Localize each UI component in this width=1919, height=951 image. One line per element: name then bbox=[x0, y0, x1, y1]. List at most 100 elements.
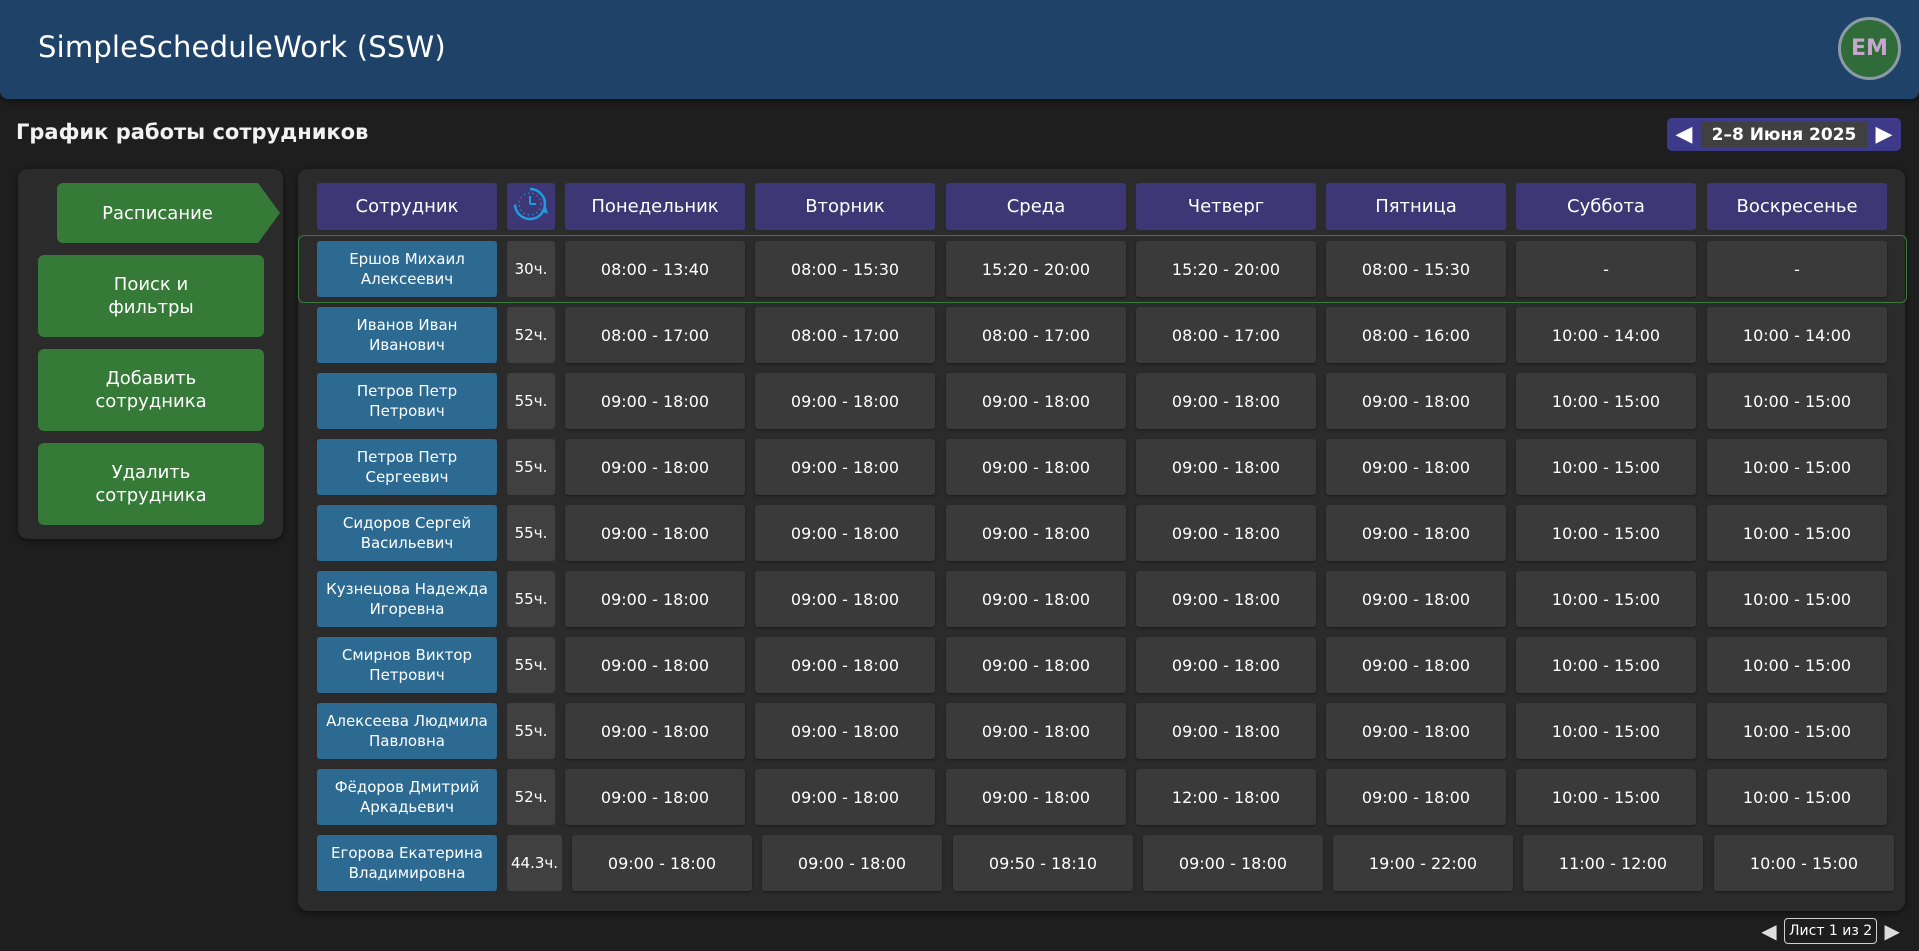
shift-time-cell[interactable]: 09:00 - 18:00 bbox=[755, 703, 935, 759]
employee-name-cell[interactable]: Иванов Иван Иванович bbox=[317, 307, 497, 363]
header-employee: Сотрудник bbox=[317, 183, 497, 230]
sidebar-item-delete-employee[interactable]: Удалить сотрудника bbox=[38, 443, 264, 525]
shift-time-cell[interactable]: 09:00 - 18:00 bbox=[565, 505, 745, 561]
employee-name-cell[interactable]: Сидоров Сергей Васильевич bbox=[317, 505, 497, 561]
shift-time-cell[interactable]: 09:00 - 18:00 bbox=[755, 637, 935, 693]
shift-time-cell[interactable]: 10:00 - 15:00 bbox=[1516, 637, 1696, 693]
employee-name-cell[interactable]: Ершов Михаил Алексеевич bbox=[317, 241, 497, 297]
employee-name-cell[interactable]: Алексеева Людмила Павловна bbox=[317, 703, 497, 759]
header-day: Воскресенье bbox=[1707, 183, 1887, 230]
shift-time-cell[interactable]: 09:00 - 18:00 bbox=[1326, 769, 1506, 825]
shift-time-cell[interactable]: 09:00 - 18:00 bbox=[755, 505, 935, 561]
employee-name-cell[interactable]: Егорова Екатерина Владимировна bbox=[317, 835, 497, 891]
shift-time-cell[interactable]: 10:00 - 15:00 bbox=[1707, 373, 1887, 429]
shift-time-cell[interactable]: 10:00 - 15:00 bbox=[1707, 769, 1887, 825]
shift-time-cell[interactable]: 10:00 - 15:00 bbox=[1516, 373, 1696, 429]
next-page-arrow-icon[interactable]: ▶ bbox=[1881, 919, 1903, 943]
shift-time-cell[interactable]: 08:00 - 13:40 bbox=[565, 241, 745, 297]
shift-time-cell[interactable]: 10:00 - 15:00 bbox=[1707, 703, 1887, 759]
shift-time-cell[interactable]: 09:00 - 18:00 bbox=[755, 769, 935, 825]
next-week-arrow-icon[interactable]: ▶ bbox=[1867, 118, 1901, 151]
shift-time-cell[interactable]: 10:00 - 15:00 bbox=[1707, 439, 1887, 495]
employee-name-cell[interactable]: Смирнов Виктор Петрович bbox=[317, 637, 497, 693]
shift-time-cell[interactable]: 09:00 - 18:00 bbox=[755, 571, 935, 627]
shift-time-cell[interactable]: 08:00 - 17:00 bbox=[946, 307, 1126, 363]
shift-time-cell[interactable]: 09:00 - 18:00 bbox=[946, 703, 1126, 759]
shift-time-cell[interactable]: 09:00 - 18:00 bbox=[565, 373, 745, 429]
shift-time-cell[interactable]: 09:00 - 18:00 bbox=[1326, 703, 1506, 759]
shift-time-cell[interactable]: 08:00 - 17:00 bbox=[1136, 307, 1316, 363]
prev-page-arrow-icon[interactable]: ◀ bbox=[1758, 919, 1780, 943]
employee-name-cell[interactable]: Петров Петр Петрович bbox=[317, 373, 497, 429]
shift-time-cell[interactable]: 10:00 - 15:00 bbox=[1714, 835, 1894, 891]
shift-time-cell[interactable]: 09:00 - 18:00 bbox=[1136, 637, 1316, 693]
shift-time-cell[interactable]: - bbox=[1516, 241, 1696, 297]
sidebar-item-add-employee[interactable]: Добавить сотрудника bbox=[38, 349, 264, 431]
shift-time-cell[interactable]: 15:20 - 20:00 bbox=[946, 241, 1126, 297]
employee-name-cell[interactable]: Петров Петр Сергеевич bbox=[317, 439, 497, 495]
shift-time-cell[interactable]: 08:00 - 15:30 bbox=[1326, 241, 1506, 297]
shift-time-cell[interactable]: 09:00 - 18:00 bbox=[565, 571, 745, 627]
shift-time-cell[interactable]: 09:00 - 18:00 bbox=[1136, 505, 1316, 561]
shift-time-cell[interactable]: 09:00 - 18:00 bbox=[946, 373, 1126, 429]
shift-time-cell[interactable]: 10:00 - 15:00 bbox=[1516, 703, 1696, 759]
shift-time-cell[interactable]: 09:00 - 18:00 bbox=[1136, 439, 1316, 495]
user-avatar[interactable]: ЕМ bbox=[1838, 17, 1901, 80]
shift-time-cell[interactable]: 10:00 - 14:00 bbox=[1707, 307, 1887, 363]
shift-time-cell[interactable]: 09:00 - 18:00 bbox=[1136, 703, 1316, 759]
total-hours-cell: 55ч. bbox=[507, 505, 555, 561]
shift-time-cell[interactable]: 09:00 - 18:00 bbox=[755, 373, 935, 429]
sidebar-item-schedule[interactable]: Расписание bbox=[57, 183, 280, 243]
shift-time-cell[interactable]: 08:00 - 17:00 bbox=[565, 307, 745, 363]
shift-time-cell[interactable]: 09:00 - 18:00 bbox=[946, 505, 1126, 561]
shift-time-cell[interactable]: 12:00 - 18:00 bbox=[1136, 769, 1316, 825]
shift-time-cell[interactable]: 19:00 - 22:00 bbox=[1333, 835, 1513, 891]
shift-time-cell[interactable]: 09:00 - 18:00 bbox=[565, 703, 745, 759]
shift-time-cell[interactable]: 09:50 - 18:10 bbox=[953, 835, 1133, 891]
employee-name-cell[interactable]: Кузнецова Надежда Игоревна bbox=[317, 571, 497, 627]
shift-time-cell[interactable]: 09:00 - 18:00 bbox=[946, 637, 1126, 693]
shift-time-cell[interactable]: 10:00 - 15:00 bbox=[1516, 439, 1696, 495]
shift-time-cell[interactable]: 10:00 - 15:00 bbox=[1516, 769, 1696, 825]
shift-time-cell[interactable]: 09:00 - 18:00 bbox=[565, 637, 745, 693]
header-hours bbox=[507, 183, 555, 230]
shift-time-cell[interactable]: - bbox=[1707, 241, 1887, 297]
page-title: График работы сотрудников bbox=[16, 120, 369, 144]
sidebar-item-search-filters[interactable]: Поиск и фильтры bbox=[38, 255, 264, 337]
shift-time-cell[interactable]: 09:00 - 18:00 bbox=[565, 769, 745, 825]
shift-time-cell[interactable]: 09:00 - 18:00 bbox=[1136, 571, 1316, 627]
shift-time-cell[interactable]: 08:00 - 17:00 bbox=[755, 307, 935, 363]
employee-name-cell[interactable]: Фёдоров Дмитрий Аркадьевич bbox=[317, 769, 497, 825]
shift-time-cell[interactable]: 15:20 - 20:00 bbox=[1136, 241, 1316, 297]
shift-time-cell[interactable]: 10:00 - 15:00 bbox=[1516, 505, 1696, 561]
total-hours-cell: 30ч. bbox=[507, 241, 555, 297]
shift-time-cell[interactable]: 09:00 - 18:00 bbox=[1326, 571, 1506, 627]
shift-time-cell[interactable]: 09:00 - 18:00 bbox=[1326, 505, 1506, 561]
prev-week-arrow-icon[interactable]: ◀ bbox=[1667, 118, 1701, 151]
shift-time-cell[interactable]: 08:00 - 15:30 bbox=[755, 241, 935, 297]
shift-time-cell[interactable]: 08:00 - 16:00 bbox=[1326, 307, 1506, 363]
header-day: Четверг bbox=[1136, 183, 1316, 230]
shift-time-cell[interactable]: 09:00 - 18:00 bbox=[572, 835, 752, 891]
header-day: Суббота bbox=[1516, 183, 1696, 230]
shift-time-cell[interactable]: 09:00 - 18:00 bbox=[565, 439, 745, 495]
shift-time-cell[interactable]: 09:00 - 18:00 bbox=[762, 835, 942, 891]
clock-refresh-icon bbox=[510, 183, 552, 230]
week-navigator: ◀ 2–8 Июня 2025 ▶ bbox=[1667, 118, 1901, 151]
shift-time-cell[interactable]: 10:00 - 15:00 bbox=[1707, 505, 1887, 561]
shift-time-cell[interactable]: 09:00 - 18:00 bbox=[1326, 637, 1506, 693]
shift-time-cell[interactable]: 09:00 - 18:00 bbox=[1326, 373, 1506, 429]
shift-time-cell[interactable]: 09:00 - 18:00 bbox=[946, 769, 1126, 825]
shift-time-cell[interactable]: 09:00 - 18:00 bbox=[946, 571, 1126, 627]
shift-time-cell[interactable]: 09:00 - 18:00 bbox=[946, 439, 1126, 495]
shift-time-cell[interactable]: 09:00 - 18:00 bbox=[1136, 373, 1316, 429]
shift-time-cell[interactable]: 10:00 - 15:00 bbox=[1707, 571, 1887, 627]
shift-time-cell[interactable]: 09:00 - 18:00 bbox=[1326, 439, 1506, 495]
shift-time-cell[interactable]: 09:00 - 18:00 bbox=[1143, 835, 1323, 891]
shift-time-cell[interactable]: 10:00 - 14:00 bbox=[1516, 307, 1696, 363]
shift-time-cell[interactable]: 09:00 - 18:00 bbox=[755, 439, 935, 495]
shift-time-cell[interactable]: 10:00 - 15:00 bbox=[1707, 637, 1887, 693]
app-title: SimpleScheduleWork (SSW) bbox=[38, 30, 446, 64]
shift-time-cell[interactable]: 11:00 - 12:00 bbox=[1523, 835, 1703, 891]
shift-time-cell[interactable]: 10:00 - 15:00 bbox=[1516, 571, 1696, 627]
